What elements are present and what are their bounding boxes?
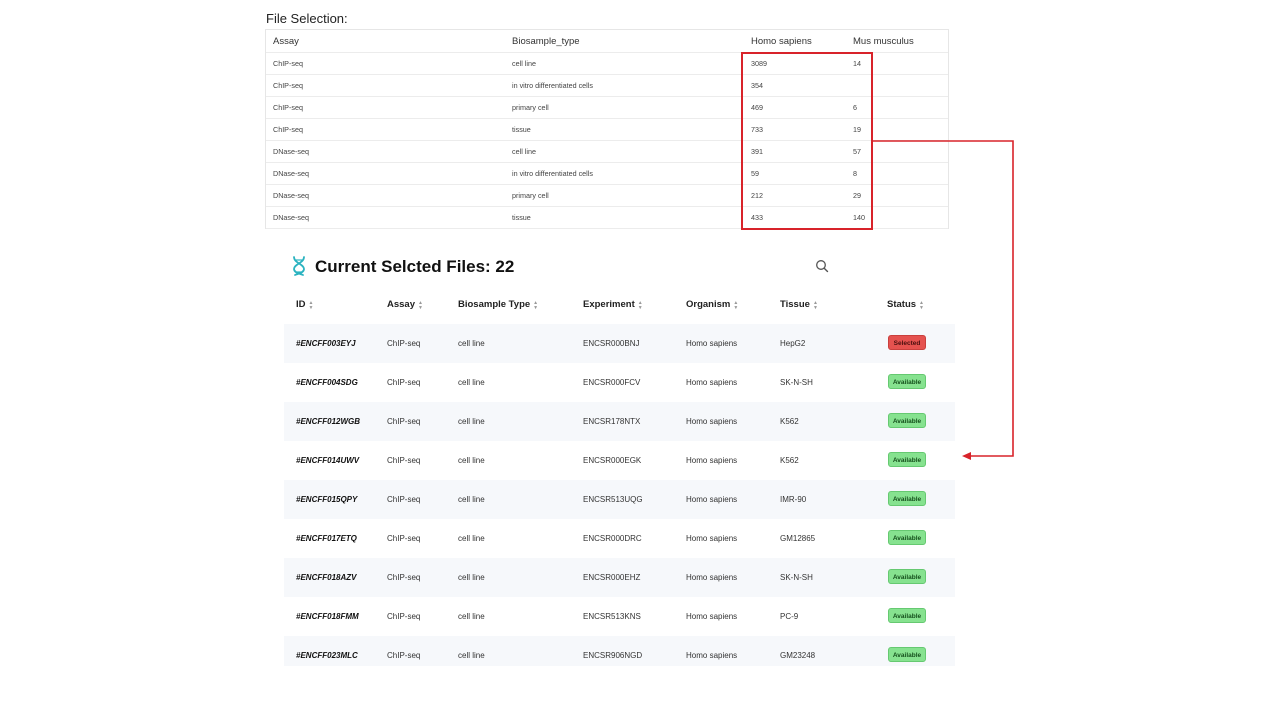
file-id-cell: #ENCFF014UWV xyxy=(296,456,360,465)
assay-cell: ChIP-seq xyxy=(387,495,421,504)
organism-cell: Homo sapiens xyxy=(686,339,738,348)
file-id-cell: #ENCFF017ETQ xyxy=(296,534,357,543)
table-row[interactable]: #ENCFF018FMM ChIP-seq cell line ENCSR513KNS… xyxy=(284,597,955,636)
assay-cell: ChIP-seq xyxy=(387,612,421,621)
experiment-cell: ENCSR000BNJ xyxy=(583,339,640,348)
table-row[interactable]: #ENCFF014UWV ChIP-seq cell line ENCSR000EGK… xyxy=(284,441,955,480)
column-header-biosample-type[interactable]: Biosample Type ▲ ▼ xyxy=(458,286,538,324)
sort-icon[interactable]: ▲ ▼ xyxy=(309,301,314,311)
sort-icon[interactable]: ▲ ▼ xyxy=(733,301,738,311)
biosample-type-cell: cell line xyxy=(458,378,485,387)
tissue-cell: PC-9 xyxy=(780,612,799,621)
organism-cell: Homo sapiens xyxy=(686,651,738,660)
experiment-cell: ENCSR906NGD xyxy=(583,651,643,660)
status-badge[interactable]: Available xyxy=(888,374,926,389)
tissue-cell: HepG2 xyxy=(780,339,806,348)
file-id-cell: #ENCFF015QPY xyxy=(296,495,358,504)
selected-files-header-row: ID ▲ ▼ Assay ▲ ▼ Biosample Type ▲ ▼ Experiment… xyxy=(284,286,955,324)
table-row[interactable]: #ENCFF003EYJ ChIP-seq cell line ENCSR000BNJ… xyxy=(284,324,955,363)
status-badge[interactable]: Selected xyxy=(888,335,926,350)
file-id-cell: #ENCFF004SDG xyxy=(296,378,358,387)
biosample-type-cell: cell line xyxy=(458,417,485,426)
status-badge[interactable]: Available xyxy=(888,569,926,584)
experiment-cell: ENCSR513KNS xyxy=(583,612,641,621)
file-id-cell: #ENCFF018FMM xyxy=(296,612,359,621)
status-badge[interactable]: Available xyxy=(888,647,926,662)
status-badge[interactable]: Available xyxy=(888,608,926,623)
assay-cell: ChIP-seq xyxy=(387,573,421,582)
assay-cell: ChIP-seq xyxy=(387,339,421,348)
file-id-cell: #ENCFF003EYJ xyxy=(296,339,356,348)
organism-cell: Homo sapiens xyxy=(686,417,738,426)
file-id-cell: #ENCFF023MLC xyxy=(296,651,358,660)
assay-cell: ChIP-seq xyxy=(387,417,421,426)
table-row[interactable]: #ENCFF018AZV ChIP-seq cell line ENCSR000EHZ… xyxy=(284,558,955,597)
column-header-status[interactable]: Status ▲ ▼ xyxy=(887,286,924,324)
biosample-type-cell: cell line xyxy=(458,573,485,582)
column-header-experiment[interactable]: Experiment ▲ ▼ xyxy=(583,286,643,324)
dna-icon xyxy=(291,256,307,276)
tissue-cell: K562 xyxy=(780,456,799,465)
assay-cell: ChIP-seq xyxy=(387,534,421,543)
organism-cell: Homo sapiens xyxy=(686,573,738,582)
experiment-cell: ENCSR000EGK xyxy=(583,456,642,465)
status-badge[interactable]: Available xyxy=(888,530,926,545)
selected-files-table: ID ▲ ▼ Assay ▲ ▼ Biosample Type ▲ ▼ Experiment… xyxy=(284,286,955,666)
tissue-cell: SK-N-SH xyxy=(780,378,813,387)
organism-cell: Homo sapiens xyxy=(686,612,738,621)
column-header-organism[interactable]: Organism ▲ ▼ xyxy=(686,286,738,324)
tissue-cell: K562 xyxy=(780,417,799,426)
organism-cell: Homo sapiens xyxy=(686,534,738,543)
experiment-cell: ENCSR513UQG xyxy=(583,495,643,504)
organism-cell: Homo sapiens xyxy=(686,495,738,504)
biosample-type-cell: cell line xyxy=(458,612,485,621)
tissue-cell: GM23248 xyxy=(780,651,816,660)
selected-files-title: Current Selcted Files: 22 xyxy=(315,257,515,276)
assay-cell: ChIP-seq xyxy=(387,378,421,387)
arrow-head-icon xyxy=(962,452,971,460)
experiment-cell: ENCSR000DRC xyxy=(583,534,642,543)
experiment-cell: ENCSR000EHZ xyxy=(583,573,641,582)
sort-icon[interactable]: ▲ ▼ xyxy=(418,301,423,311)
status-badge[interactable]: Available xyxy=(888,452,926,467)
experiment-cell: ENCSR000FCV xyxy=(583,378,641,387)
file-id-cell: #ENCFF012WGB xyxy=(296,417,361,426)
assay-cell: ChIP-seq xyxy=(387,456,421,465)
biosample-type-cell: cell line xyxy=(458,456,485,465)
search-icon[interactable] xyxy=(815,259,829,273)
column-header-id[interactable]: ID ▲ ▼ xyxy=(296,286,313,324)
table-row[interactable]: #ENCFF012WGB ChIP-seq cell line ENCSR178NTX… xyxy=(284,402,955,441)
tissue-cell: SK-N-SH xyxy=(780,573,813,582)
sort-icon[interactable]: ▲ ▼ xyxy=(638,301,643,311)
table-row[interactable]: #ENCFF015QPY ChIP-seq cell line ENCSR513UQG… xyxy=(284,480,955,519)
table-row[interactable]: #ENCFF004SDG ChIP-seq cell line ENCSR000FCV… xyxy=(284,363,955,402)
organism-cell: Homo sapiens xyxy=(686,378,738,387)
biosample-type-cell: cell line xyxy=(458,339,485,348)
tissue-cell: GM12865 xyxy=(780,534,816,543)
file-id-cell: #ENCFF018AZV xyxy=(296,573,357,582)
table-row[interactable]: #ENCFF023MLC ChIP-seq cell line ENCSR906NGD… xyxy=(284,636,955,666)
sort-icon[interactable]: ▲ ▼ xyxy=(919,301,924,311)
status-badge[interactable]: Available xyxy=(888,413,926,428)
sort-icon[interactable]: ▲ ▼ xyxy=(533,301,538,311)
experiment-cell: ENCSR178NTX xyxy=(583,417,641,426)
sort-icon[interactable]: ▲ ▼ xyxy=(813,301,818,311)
assay-cell: ChIP-seq xyxy=(387,651,421,660)
column-header-tissue[interactable]: Tissue ▲ ▼ xyxy=(780,286,818,324)
table-row[interactable]: #ENCFF017ETQ ChIP-seq cell line ENCSR000DRC… xyxy=(284,519,955,558)
biosample-type-cell: cell line xyxy=(458,651,485,660)
column-header-assay[interactable]: Assay ▲ ▼ xyxy=(387,286,423,324)
status-badge[interactable]: Available xyxy=(888,491,926,506)
organism-cell: Homo sapiens xyxy=(686,456,738,465)
biosample-type-cell: cell line xyxy=(458,534,485,543)
biosample-type-cell: cell line xyxy=(458,495,485,504)
tissue-cell: IMR-90 xyxy=(780,495,807,504)
